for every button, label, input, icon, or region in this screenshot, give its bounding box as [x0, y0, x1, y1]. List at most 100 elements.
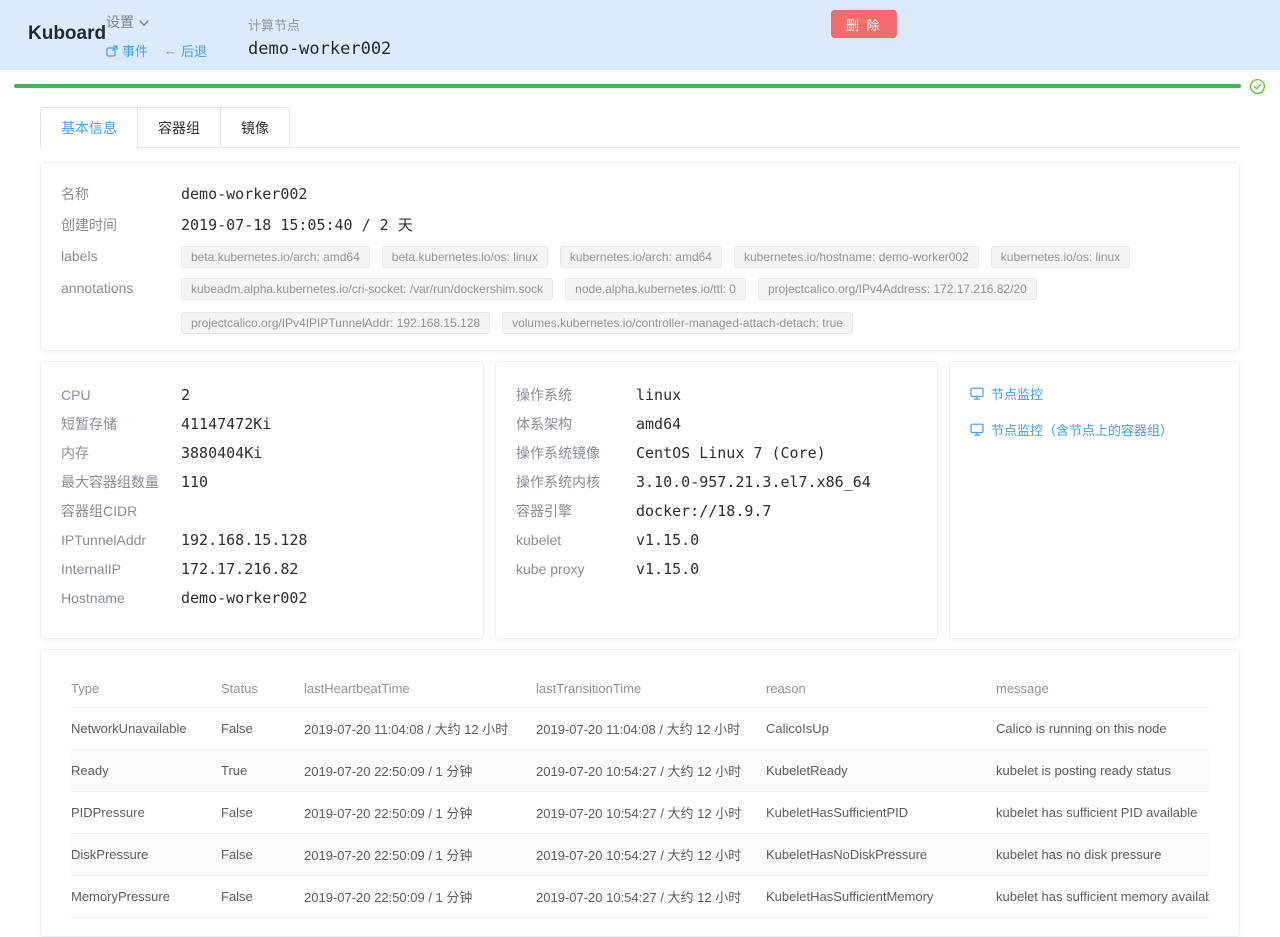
- column-header: lastTransitionTime: [536, 670, 766, 708]
- delete-button[interactable]: 删 除: [831, 10, 897, 38]
- annotations-label: annotations: [61, 277, 181, 299]
- node-monitor-link[interactable]: 节点监控: [970, 384, 1219, 403]
- table-cell: 2019-07-20 10:54:27 / 大约 12 小时: [536, 750, 766, 792]
- detail-label: kubelet: [516, 529, 636, 551]
- settings-label: 设置: [106, 12, 134, 32]
- table-cell: kubelet has sufficient PID available: [996, 792, 1209, 834]
- table-cell: kubelet has no disk pressure: [996, 834, 1209, 876]
- table-cell: NetworkUnavailable: [71, 708, 221, 750]
- detail-row: 体系架构amd64: [516, 413, 917, 435]
- detail-value: v1.15.0: [636, 558, 699, 580]
- table-cell: False: [221, 708, 304, 750]
- column-header: lastHeartbeatTime: [304, 670, 536, 708]
- detail-label: kube proxy: [516, 558, 636, 580]
- conditions-body: NetworkUnavailableFalse2019-07-20 11:04:…: [71, 708, 1209, 918]
- labels-tags: beta.kubernetes.io/arch: amd64beta.kuber…: [181, 245, 1219, 268]
- detail-row: 操作系统内核3.10.0-957.21.3.el7.x86_64: [516, 471, 917, 493]
- labels-label: labels: [61, 245, 181, 267]
- monitor-link-label: 节点监控: [991, 384, 1043, 403]
- detail-row: kube proxyv1.15.0: [516, 558, 917, 580]
- detail-row: CPU2: [61, 384, 463, 406]
- table-cell: 2019-07-20 10:54:27 / 大约 12 小时: [536, 792, 766, 834]
- conditions-card: TypeStatuslastHeartbeatTimelastTransitio…: [40, 649, 1240, 937]
- resource-kind-label: 计算节点: [248, 15, 391, 34]
- kv-tag: kubeadm.alpha.kubernetes.io/cri-socket: …: [181, 278, 553, 300]
- events-link[interactable]: 事件: [106, 41, 148, 60]
- back-link[interactable]: ← 后退: [164, 41, 207, 60]
- chevron-down-icon: [139, 20, 149, 27]
- top-bar: Kuboard 设置 事件 ← 后退 计算节点 demo-worker002 删…: [0, 0, 1280, 70]
- kv-tag: kubernetes.io/os: linux: [991, 246, 1130, 268]
- detail-row: 容器组CIDR: [61, 500, 463, 522]
- detail-value: 172.17.216.82: [181, 558, 298, 580]
- events-label: 事件: [122, 41, 148, 60]
- table-cell: False: [221, 834, 304, 876]
- detail-value: 2: [181, 384, 190, 406]
- table-cell: kubelet is posting ready status: [996, 750, 1209, 792]
- detail-label: 体系架构: [516, 413, 636, 435]
- kv-tag: projectcalico.org/IPv4Address: 172.17.21…: [758, 278, 1037, 300]
- system-card: 操作系统linux 体系架构amd64 操作系统镜像CentOS Linux 7 (…: [495, 361, 938, 639]
- events-icon: [106, 45, 118, 57]
- detail-label: 内存: [61, 442, 181, 464]
- detail-cards-row: CPU2短暂存储41147472Ki内存3880404Ki最大容器组数量110容…: [40, 361, 1240, 639]
- basic-info-card: 名称 demo-worker002 创建时间 2019-07-18 15:05:…: [40, 162, 1240, 351]
- page-title: demo-worker002: [248, 39, 391, 59]
- detail-row: kubeletv1.15.0: [516, 529, 917, 551]
- table-cell: 2019-07-20 22:50:09 / 1 分钟: [304, 792, 536, 834]
- tab-pods[interactable]: 容器组: [137, 108, 220, 148]
- settings-group: 设置 事件 ← 后退: [106, 12, 207, 60]
- detail-row: 内存3880404Ki: [61, 442, 463, 464]
- tab-basic-info[interactable]: 基本信息: [41, 108, 137, 148]
- kv-tag: beta.kubernetes.io/arch: amd64: [181, 246, 370, 268]
- table-cell: CalicoIsUp: [766, 708, 996, 750]
- capacity-rows: CPU2短暂存储41147472Ki内存3880404Ki最大容器组数量110容…: [61, 384, 463, 609]
- detail-value: demo-worker002: [181, 587, 307, 609]
- detail-row: 短暂存储41147472Ki: [61, 413, 463, 435]
- monitor-links: 节点监控节点监控（含节点上的容器组）: [970, 384, 1219, 439]
- detail-label: 操作系统内核: [516, 471, 636, 493]
- table-row: DiskPressureFalse2019-07-20 22:50:09 / 1…: [71, 834, 1209, 876]
- node-monitor-with-pods-link[interactable]: 节点监控（含节点上的容器组）: [970, 420, 1219, 439]
- back-arrow-icon: ←: [164, 43, 177, 58]
- table-row: PIDPressureFalse2019-07-20 22:50:09 / 1 …: [71, 792, 1209, 834]
- detail-value: 3.10.0-957.21.3.el7.x86_64: [636, 471, 871, 493]
- table-cell: KubeletHasSufficientMemory: [766, 876, 996, 918]
- table-cell: 2019-07-20 22:50:09 / 1 分钟: [304, 834, 536, 876]
- annotations-tags: kubeadm.alpha.kubernetes.io/cri-socket: …: [181, 277, 1219, 334]
- detail-row: 操作系统linux: [516, 384, 917, 406]
- system-rows: 操作系统linux 体系架构amd64 操作系统镜像CentOS Linux 7 (…: [516, 384, 917, 580]
- detail-value: v1.15.0: [636, 529, 699, 551]
- monitor-icon: [970, 423, 984, 436]
- column-header: reason: [766, 670, 996, 708]
- column-header: Status: [221, 670, 304, 708]
- tab-images[interactable]: 镜像: [220, 108, 289, 148]
- detail-value: CentOS Linux 7 (Core): [636, 442, 826, 464]
- detail-label: InternalIP: [61, 558, 181, 580]
- monitor-card: 节点监控节点监控（含节点上的容器组）: [949, 361, 1240, 639]
- detail-label: 短暂存储: [61, 413, 181, 435]
- table-cell: 2019-07-20 22:50:09 / 1 分钟: [304, 876, 536, 918]
- table-cell: KubeletHasNoDiskPressure: [766, 834, 996, 876]
- detail-value: 192.168.15.128: [181, 529, 307, 551]
- name-label: 名称: [61, 183, 181, 205]
- detail-label: 容器引擎: [516, 500, 636, 522]
- success-check-icon: [1249, 78, 1266, 95]
- settings-dropdown[interactable]: 设置: [106, 12, 207, 32]
- monitor-link-label: 节点监控（含节点上的容器组）: [991, 420, 1173, 439]
- table-cell: MemoryPressure: [71, 876, 221, 918]
- conditions-header-row: TypeStatuslastHeartbeatTimelastTransitio…: [71, 670, 1209, 708]
- detail-label: 操作系统镜像: [516, 442, 636, 464]
- table-cell: False: [221, 792, 304, 834]
- table-cell: Ready: [71, 750, 221, 792]
- column-header: message: [996, 670, 1209, 708]
- labels-row: labels beta.kubernetes.io/arch: amd64bet…: [61, 245, 1219, 268]
- detail-label: 最大容器组数量: [61, 471, 181, 493]
- tabs-bar: 基本信息容器组镜像: [40, 107, 1240, 148]
- table-cell: 2019-07-20 10:54:27 / 大约 12 小时: [536, 876, 766, 918]
- created-label: 创建时间: [61, 214, 181, 236]
- app-logo[interactable]: Kuboard: [28, 23, 106, 45]
- detail-label: 容器组CIDR: [61, 500, 181, 522]
- detail-row: 操作系统镜像CentOS Linux 7 (Core): [516, 442, 917, 464]
- detail-value: 3880404Ki: [181, 442, 262, 464]
